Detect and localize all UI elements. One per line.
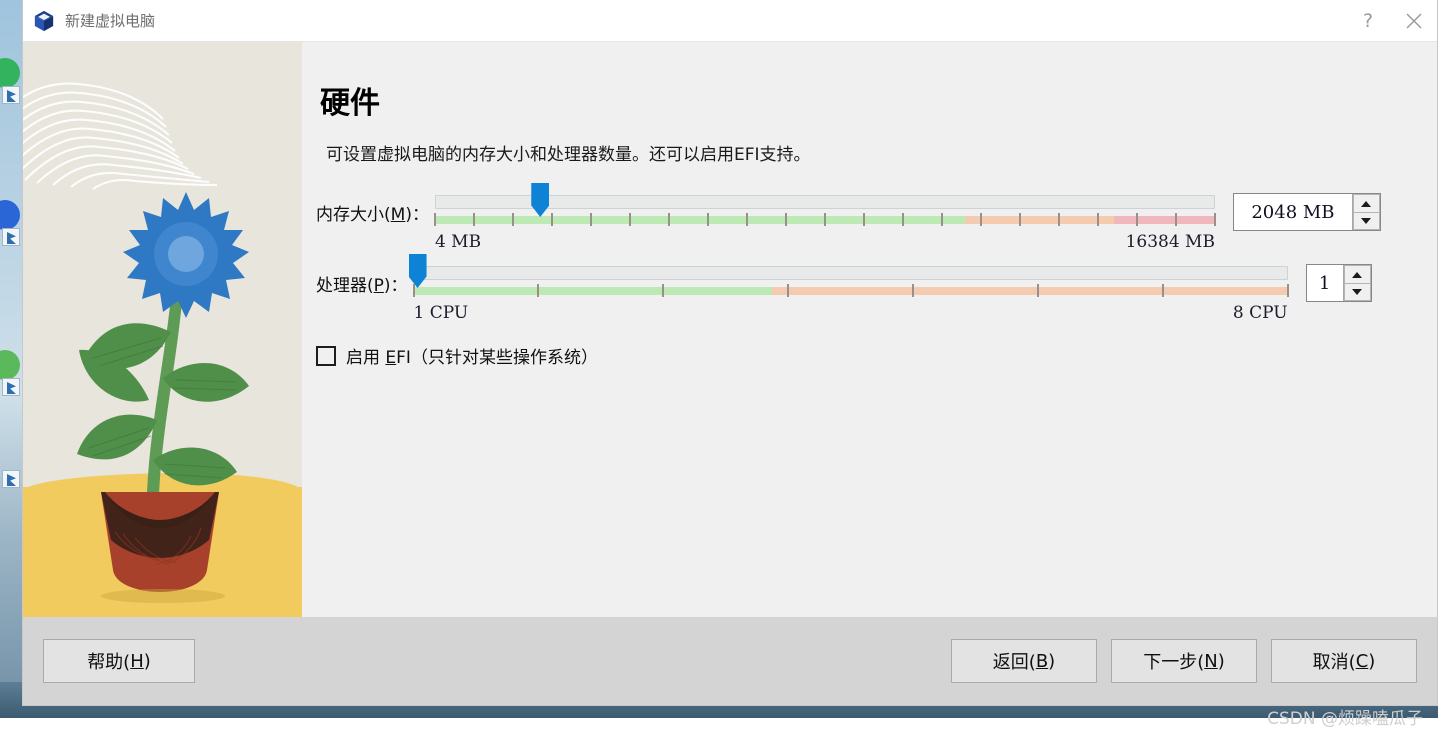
tick-mark [707,213,709,226]
memory-track-red [1114,216,1215,224]
cancel-button[interactable]: 取消(C) [1271,639,1417,683]
tick-mark [1058,213,1060,226]
window-title: 新建虚拟电脑 [65,10,155,31]
wizard-illustration-sidebar [23,42,302,617]
dialog-body: 硬件 可设置虚拟电脑的内存大小和处理器数量。还可以启用EFI支持。 内存大小(M… [23,42,1437,617]
cpu-slider-ticks [414,284,1288,297]
cpu-slider-groove[interactable] [414,266,1288,280]
cpu-spinbox-buttons [1343,265,1371,301]
memory-spinbox[interactable]: 2048 MB [1233,193,1381,231]
memory-increment-button[interactable] [1353,194,1380,212]
desktop-shortcut-icon[interactable] [2,470,20,488]
arrow-down-icon [1361,218,1371,224]
tick-mark [668,213,670,226]
memory-decrement-button[interactable] [1353,212,1380,230]
enable-efi-checkbox[interactable] [316,346,336,366]
tick-mark [1097,213,1099,226]
desktop-shortcut-icon[interactable] [2,228,20,246]
dialog-footer: 帮助(H) 返回(B) 下一步(N) 取消(C) CSDN @烦躁嗑瓜子 [23,617,1437,705]
tick-mark [941,213,943,226]
memory-setting-row: 内存大小(M)： 4 MB 16384 MB [316,191,1437,258]
tick-mark [473,213,475,226]
tick-mark [662,284,664,297]
desktop-blob [0,200,20,230]
tick-mark [537,284,539,297]
enable-efi-row[interactable]: 启用 EFI（只针对某些操作系统） [316,343,1437,368]
memory-slider-ticks [435,213,1215,226]
wizard-content-pane: 硬件 可设置虚拟电脑的内存大小和处理器数量。还可以启用EFI支持。 内存大小(M… [302,42,1437,617]
tick-mark [1175,213,1177,226]
help-button[interactable]: 帮助(H) [43,639,195,683]
page-title: 硬件 [320,78,1437,122]
csdn-watermark: CSDN @烦躁嗑瓜子 [1267,704,1423,729]
potted-plant-illustration [23,192,302,612]
close-icon [1405,12,1423,30]
cpu-spinbox-value[interactable]: 1 [1307,265,1343,301]
swirl-line-art-icon [23,64,253,199]
cpu-slider-handle[interactable] [409,254,427,288]
tick-mark [1037,284,1039,297]
desktop-shortcut-icon[interactable] [2,378,20,396]
cpu-max-label: 8 CPU [1233,303,1288,323]
memory-slider-groove[interactable] [435,195,1215,209]
arrow-up-icon [1352,272,1362,278]
tick-mark [551,213,553,226]
tick-mark [1019,213,1021,226]
tick-mark [1162,284,1164,297]
tick-mark [434,213,436,226]
virtualbox-cube-icon [33,10,55,32]
title-bar: 新建虚拟电脑 ? [23,0,1437,42]
memory-spinbox-buttons [1352,194,1380,230]
help-icon-button[interactable]: ? [1345,0,1391,42]
memory-max-label: 16384 MB [1126,232,1215,252]
memory-range-labels: 4 MB 16384 MB [435,232,1215,258]
cpu-spinbox[interactable]: 1 [1306,264,1372,302]
tick-mark [413,284,415,297]
arrow-up-icon [1361,201,1371,207]
cpu-decrement-button[interactable] [1344,283,1371,301]
tick-mark [1287,284,1289,297]
tick-mark [785,213,787,226]
back-button[interactable]: 返回(B) [951,639,1097,683]
tick-mark [512,213,514,226]
cpu-track-green [414,287,772,295]
cpu-setting-row: 处理器(P)： 1 CPU 8 CPU 1 [316,262,1437,329]
cpu-range-labels: 1 CPU 8 CPU [414,303,1288,329]
memory-min-label: 4 MB [435,232,481,252]
desktop-blob [0,350,20,380]
cpu-increment-button[interactable] [1344,265,1371,283]
memory-track-green [435,216,965,224]
tick-mark [590,213,592,226]
tick-mark [902,213,904,226]
tick-mark [1214,213,1216,226]
tick-mark [824,213,826,226]
memory-slider-handle[interactable] [531,183,549,217]
cpu-track-orange [772,287,1288,295]
memory-label: 内存大小(M)： [316,191,429,225]
tick-mark [1136,213,1138,226]
memory-slider[interactable]: 4 MB 16384 MB [435,195,1215,258]
cpu-min-label: 1 CPU [414,303,469,323]
question-mark-icon: ? [1363,10,1373,32]
tick-mark [787,284,789,297]
close-window-button[interactable] [1391,0,1437,42]
desktop-shortcut-icon[interactable] [2,86,20,104]
desktop-blob [0,58,20,88]
tick-mark [980,213,982,226]
cpu-slider[interactable]: 1 CPU 8 CPU [414,266,1288,329]
tick-mark [746,213,748,226]
cpu-label: 处理器(P)： [316,262,408,296]
enable-efi-label: 启用 EFI（只针对某些操作系统） [346,343,598,368]
tick-mark [629,213,631,226]
blue-flower-icon [123,192,249,318]
next-button[interactable]: 下一步(N) [1111,639,1257,683]
memory-spinbox-value[interactable]: 2048 MB [1234,194,1352,230]
tick-mark [863,213,865,226]
new-vm-wizard-dialog: 新建虚拟电脑 ? [22,0,1438,706]
memory-track-orange [965,216,1113,224]
desktop-icon-strip [0,0,22,718]
arrow-down-icon [1352,289,1362,295]
tick-mark [912,284,914,297]
page-description: 可设置虚拟电脑的内存大小和处理器数量。还可以启用EFI支持。 [326,140,1437,165]
